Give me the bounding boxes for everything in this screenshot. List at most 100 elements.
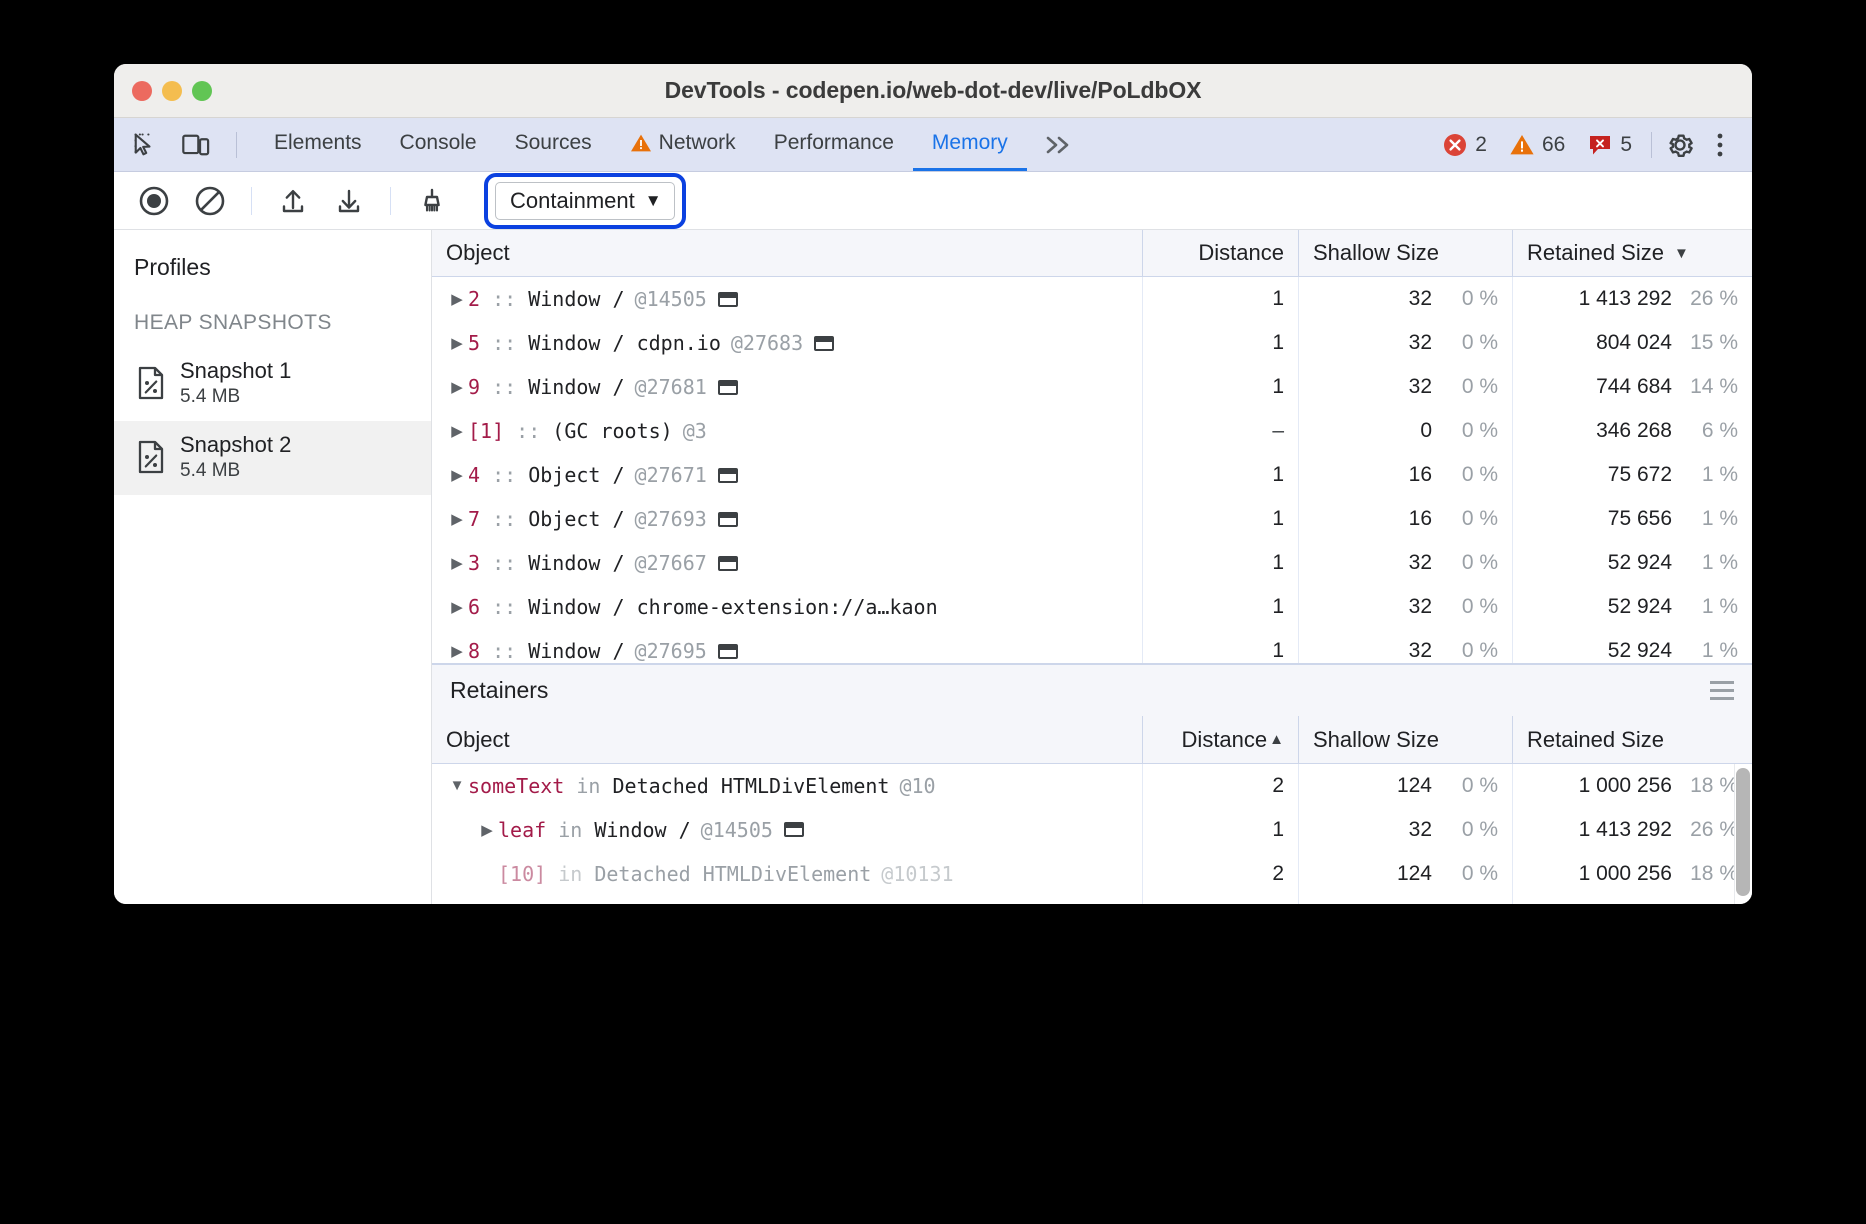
tab-sources[interactable]: Sources	[496, 118, 611, 171]
sidebar-title: Profiles	[114, 242, 431, 285]
collect-garbage-button[interactable]	[406, 179, 458, 223]
table-row[interactable]: 9 :: Window /@276811320 %744 68414 %	[432, 365, 1752, 409]
object-cell: 2 :: Window /@14505	[432, 277, 1142, 321]
distance-cell: 2	[1142, 896, 1298, 904]
sidebar-item-snapshot-2[interactable]: Snapshot 2 5.4 MB	[114, 421, 431, 495]
table-row[interactable]: 8 :: Window /@276951320 %52 9241 %	[432, 629, 1752, 663]
tab-list: Elements Console Sources Network	[255, 118, 1091, 171]
clear-profiles-button[interactable]	[184, 179, 236, 223]
load-profile-button[interactable]	[267, 179, 319, 223]
retained-size-cell-value: 744 684	[1596, 375, 1672, 399]
table-row[interactable]: someText in Detached HTMLDivElement@1021…	[432, 764, 1752, 808]
expand-triangle-icon[interactable]	[446, 598, 468, 616]
table-row[interactable]: 7 :: Object /@276931160 %75 6561 %	[432, 497, 1752, 541]
retainers-column-header-distance[interactable]: Distance ▲	[1142, 716, 1298, 763]
heap-view-select[interactable]: Containment ▼	[495, 182, 675, 220]
table-row[interactable]: [4] in Detached HTMLDivElement@101312124…	[432, 896, 1752, 904]
expand-triangle-icon[interactable]	[446, 334, 468, 352]
tab-console[interactable]: Console	[381, 118, 496, 171]
expand-triangle-icon[interactable]	[446, 554, 468, 572]
column-header-object[interactable]: Object	[432, 230, 1142, 277]
sidebar-item-snapshot-1[interactable]: Snapshot 1 5.4 MB	[114, 347, 431, 421]
memory-main-area: Object Distance Shallow Size Retained Si…	[432, 230, 1752, 904]
expand-triangle-icon[interactable]	[446, 466, 468, 484]
table-row[interactable]: 6 :: Window / chrome-extension://a…kaon1…	[432, 585, 1752, 629]
column-label: Shallow Size	[1313, 727, 1439, 753]
status-badge-errors[interactable]: 2	[1431, 132, 1498, 158]
object-label: 9 :: Window /@27681	[468, 375, 707, 399]
column-header-distance[interactable]: Distance	[1142, 230, 1298, 277]
column-header-shallow-size[interactable]: Shallow Size	[1298, 230, 1512, 277]
retainers-column-header-shallow-size[interactable]: Shallow Size	[1298, 716, 1512, 763]
status-badge-issues[interactable]: 5	[1576, 133, 1643, 157]
shallow-size-cell: 1240 %	[1298, 852, 1512, 896]
distance-cell: 2	[1142, 852, 1298, 896]
minimize-window-button[interactable]	[162, 81, 182, 101]
window-title: DevTools - codepen.io/web-dot-dev/live/P…	[114, 77, 1752, 104]
object-label: 4 :: Object /@27671	[468, 463, 707, 487]
expand-triangle-icon[interactable]	[446, 642, 468, 660]
retained-size-cell: 52 9241 %	[1512, 585, 1752, 629]
expand-triangle-icon[interactable]	[446, 378, 468, 396]
tab-network[interactable]: Network	[611, 118, 755, 171]
distance-cell: 1	[1142, 808, 1298, 852]
sidebar-group-heap-snapshots: HEAP SNAPSHOTS	[114, 285, 431, 347]
table-row[interactable]: 3 :: Window /@276671320 %52 9241 %	[432, 541, 1752, 585]
distance-cell: 1	[1142, 497, 1298, 541]
zoom-window-button[interactable]	[192, 81, 212, 101]
expand-triangle-icon[interactable]	[446, 422, 468, 440]
table-row[interactable]: [1] :: (GC roots)@3–00 %346 2686 %	[432, 409, 1752, 453]
retainers-column-header-object[interactable]: Object	[432, 716, 1142, 763]
save-profile-button[interactable]	[323, 179, 375, 223]
tab-label: Sources	[515, 131, 592, 155]
badges-divider	[1651, 132, 1652, 158]
column-label: Object	[446, 727, 510, 753]
table-row[interactable]: 2 :: Window /@145051320 %1 413 29226 %	[432, 277, 1752, 321]
record-heap-snapshot-button[interactable]	[128, 179, 180, 223]
retained-size-cell-percent: 26 %	[1672, 287, 1738, 311]
retained-size-cell: 1240 %	[1512, 896, 1752, 904]
retainers-scrollbar-thumb[interactable]	[1736, 768, 1750, 896]
retainers-grid-rows[interactable]: someText in Detached HTMLDivElement@1021…	[432, 764, 1752, 904]
shallow-size-cell-percent: 0 %	[1432, 375, 1498, 399]
table-row[interactable]: 4 :: Object /@276711160 %75 6721 %	[432, 453, 1752, 497]
device-toolbar-icon[interactable]	[178, 128, 214, 162]
collapse-triangle-icon[interactable]	[446, 777, 468, 794]
expand-triangle-icon[interactable]	[446, 510, 468, 528]
retainers-column-header-retained-size[interactable]: Retained Size	[1512, 716, 1752, 763]
table-row[interactable]: [10] in Detached HTMLDivElement@10131212…	[432, 852, 1752, 896]
shallow-size-cell-percent: 0 %	[1432, 639, 1498, 663]
table-row[interactable]: 5 :: Window / cdpn.io@276831320 %804 024…	[432, 321, 1752, 365]
shallow-size-cell-value: 32	[1409, 551, 1432, 575]
tab-performance[interactable]: Performance	[755, 118, 913, 171]
tabstrip-left-icons	[114, 118, 245, 171]
object-cell: leaf in Window /@14505	[432, 808, 1142, 852]
retained-size-cell: 52 9241 %	[1512, 629, 1752, 663]
shallow-size-cell: 320 %	[1298, 629, 1512, 663]
column-header-retained-size[interactable]: Retained Size ▼	[1512, 230, 1752, 277]
retainers-grid-header: Object Distance ▲ Shallow Size Retained …	[432, 717, 1752, 764]
retainers-options-icon[interactable]	[1710, 681, 1734, 700]
shallow-size-cell-value: 32	[1409, 818, 1432, 842]
retained-size-cell: 346 2686 %	[1512, 409, 1752, 453]
inspect-element-icon[interactable]	[128, 128, 164, 162]
expand-triangle-icon[interactable]	[476, 821, 498, 839]
heap-view-select-value: Containment	[510, 188, 635, 214]
retained-size-cell-percent: 1 %	[1672, 463, 1738, 487]
containment-grid-rows[interactable]: 2 :: Window /@145051320 %1 413 29226 %5 …	[432, 277, 1752, 663]
settings-gear-icon[interactable]	[1660, 125, 1700, 165]
distance-cell: 1	[1142, 321, 1298, 365]
tab-elements[interactable]: Elements	[255, 118, 381, 171]
more-options-icon[interactable]	[1700, 125, 1740, 165]
more-tabs-chevron-icon[interactable]	[1027, 118, 1091, 171]
chevron-down-icon: ▼	[645, 191, 662, 211]
object-label: 7 :: Object /@27693	[468, 507, 707, 531]
snapshot-name: Snapshot 1	[180, 359, 291, 384]
column-label: Distance	[1198, 240, 1284, 266]
status-badge-warnings[interactable]: 66	[1498, 133, 1576, 157]
tab-memory[interactable]: Memory	[913, 118, 1027, 171]
expand-triangle-icon[interactable]	[446, 290, 468, 308]
distance-cell: 1	[1142, 541, 1298, 585]
table-row[interactable]: leaf in Window /@145051320 %1 413 29226 …	[432, 808, 1752, 852]
close-window-button[interactable]	[132, 81, 152, 101]
